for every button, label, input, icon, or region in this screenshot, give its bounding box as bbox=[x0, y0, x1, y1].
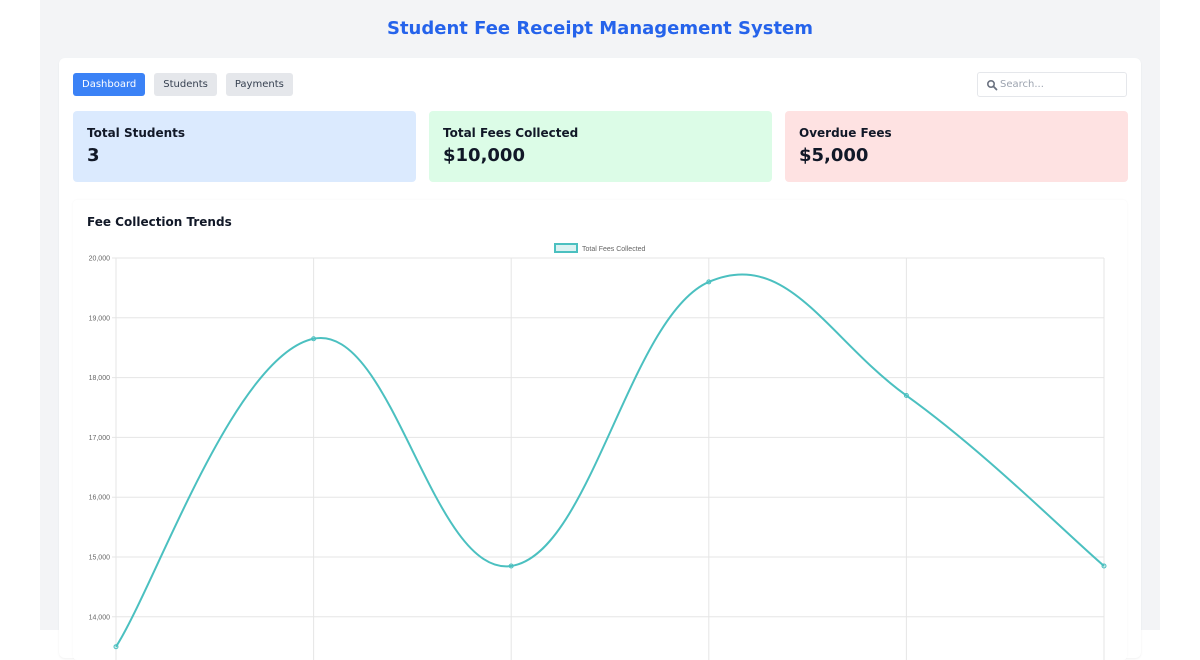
y-tick-label: 18,000 bbox=[89, 375, 111, 382]
y-tick-label: 16,000 bbox=[89, 495, 111, 502]
card-label: Total Fees Collected bbox=[443, 126, 579, 140]
y-tick-label: 19,000 bbox=[89, 315, 111, 322]
search-icon bbox=[986, 79, 998, 91]
card-value: $10,000 bbox=[443, 145, 525, 166]
data-point bbox=[311, 336, 317, 342]
dashboard-panel: Dashboard Students Payments Total Studen… bbox=[59, 58, 1141, 660]
page-title: Student Fee Receipt Management System bbox=[386, 18, 814, 39]
card-value: 3 bbox=[87, 145, 100, 166]
card-value: $5,000 bbox=[799, 145, 869, 166]
legend-label: Total Fees Collected bbox=[582, 246, 646, 253]
y-tick-label: 14,000 bbox=[89, 614, 111, 621]
tab-dashboard[interactable]: Dashboard bbox=[73, 73, 146, 96]
series-line bbox=[115, 273, 1105, 648]
search-box[interactable] bbox=[977, 72, 1127, 97]
nav-tabs: Dashboard Students Payments bbox=[73, 73, 293, 96]
overdue-fees-card: Overdue Fees $5,000 bbox=[785, 111, 1128, 182]
data-point bbox=[903, 393, 909, 399]
data-point bbox=[706, 279, 712, 285]
chart-container: Fee Collection Trends 20,000 19,000 18,000… bbox=[73, 200, 1127, 660]
data-point bbox=[113, 644, 119, 650]
search-input[interactable] bbox=[1000, 73, 1124, 96]
tab-students[interactable]: Students bbox=[154, 73, 217, 96]
legend-swatch bbox=[554, 243, 578, 253]
card-label: Overdue Fees bbox=[799, 126, 892, 140]
y-tick-label: 15,000 bbox=[89, 555, 111, 562]
card-label: Total Students bbox=[87, 126, 186, 140]
data-point bbox=[1101, 563, 1107, 569]
tab-payments[interactable]: Payments bbox=[225, 73, 293, 96]
total-fees-card: Total Fees Collected $10,000 bbox=[429, 111, 772, 182]
y-tick-label: 17,000 bbox=[89, 435, 111, 442]
page-background: Student Fee Receipt Management System Da… bbox=[40, 0, 1160, 660]
y-tick-label: 20,000 bbox=[89, 256, 111, 263]
fee-trend-chart: 20,000 19,000 18,000 17,000 16,000 15,000 14,0… bbox=[89, 243, 1107, 660]
total-students-card: Total Students 3 bbox=[73, 111, 416, 182]
data-point bbox=[508, 563, 514, 569]
